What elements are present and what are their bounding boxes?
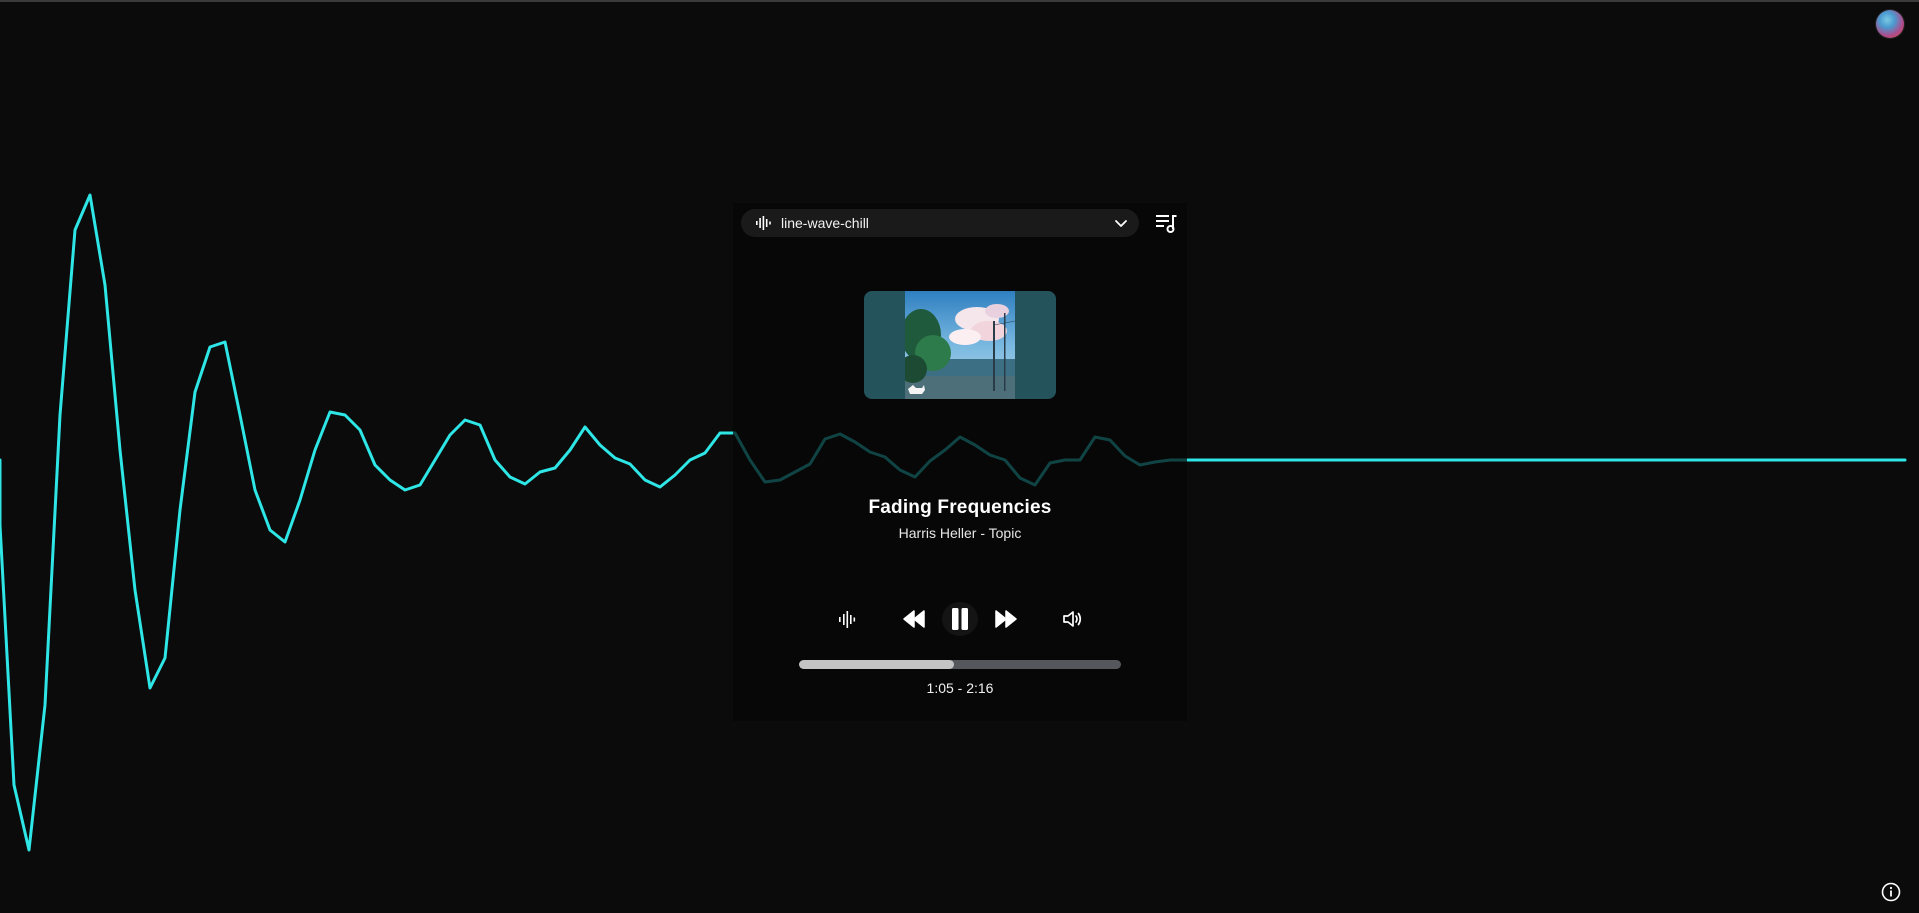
- visualizer-preset-dropdown[interactable]: line-wave-chill: [741, 209, 1139, 237]
- volume-button[interactable]: [1061, 608, 1083, 630]
- play-pause-button[interactable]: [942, 602, 978, 636]
- visualizer-toggle-button[interactable]: [837, 609, 857, 629]
- album-art-container: [864, 291, 1056, 399]
- pause-icon: [952, 608, 968, 630]
- time-display: 1:05 - 2:16: [926, 680, 994, 696]
- volume-icon: [1063, 611, 1082, 627]
- playlist-button[interactable]: [1154, 211, 1178, 235]
- top-border: [0, 0, 1919, 2]
- fast-forward-icon: [995, 610, 1017, 628]
- player-panel: line-wave-chill Fading Frequencies Harri…: [733, 203, 1187, 721]
- album-art: [905, 291, 1015, 399]
- track-artist: Harris Heller - Topic: [898, 525, 1022, 541]
- avatar[interactable]: [1876, 10, 1904, 38]
- visualizer-preset-name: line-wave-chill: [781, 215, 869, 231]
- rewind-icon: [903, 610, 925, 628]
- audio-wave-icon: [839, 611, 856, 628]
- progress-bar[interactable]: [799, 660, 1121, 669]
- track-title: Fading Frequencies: [868, 497, 1052, 518]
- info-icon[interactable]: [1881, 882, 1901, 902]
- playlist-icon: [1156, 215, 1177, 233]
- progress-fill: [799, 660, 954, 669]
- audio-wave-icon: [756, 216, 771, 230]
- chevron-down-icon: [1115, 220, 1127, 227]
- previous-button[interactable]: [902, 608, 926, 630]
- next-button[interactable]: [994, 608, 1018, 630]
